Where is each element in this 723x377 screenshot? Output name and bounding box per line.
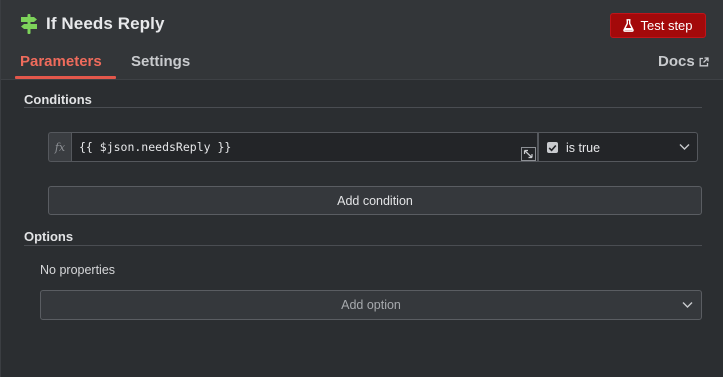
node-parameters-panel: If Needs Reply Test step Parameters Sett… [0, 0, 723, 377]
docs-label: Docs [658, 53, 695, 70]
no-properties-text: No properties [40, 263, 116, 277]
signpost-icon [21, 14, 37, 34]
fx-indicator[interactable]: fx [48, 132, 71, 162]
expand-editor-icon[interactable] [521, 147, 536, 161]
external-link-icon [699, 56, 709, 66]
chevron-down-icon [679, 144, 690, 150]
checkbox-icon [547, 142, 558, 153]
add-condition-button[interactable]: Add condition [48, 186, 702, 215]
conditions-section-title: Conditions [24, 92, 92, 107]
flask-icon [623, 19, 635, 32]
options-divider [24, 245, 702, 246]
add-option-select[interactable]: Add option [40, 290, 702, 320]
tab-settings[interactable]: Settings [131, 53, 190, 70]
condition-row: fx {{ $json.needsReply }} is true [48, 132, 698, 162]
operator-label: is true [566, 141, 601, 155]
options-section-title: Options [24, 229, 74, 244]
add-option-label: Add option [341, 298, 401, 312]
active-tab-indicator [15, 76, 116, 79]
conditions-divider [24, 107, 702, 108]
node-title[interactable]: If Needs Reply [46, 14, 165, 34]
test-step-label: Test step [640, 18, 693, 33]
test-step-button[interactable]: Test step [610, 13, 706, 38]
panel-header: If Needs Reply Test step Parameters Sett… [1, 0, 723, 80]
condition-expression-input[interactable]: {{ $json.needsReply }} [71, 132, 538, 162]
chevron-down-icon [682, 302, 693, 308]
docs-link[interactable]: Docs [658, 53, 709, 70]
tab-parameters[interactable]: Parameters [20, 53, 102, 70]
condition-operator-select[interactable]: is true [538, 132, 698, 162]
